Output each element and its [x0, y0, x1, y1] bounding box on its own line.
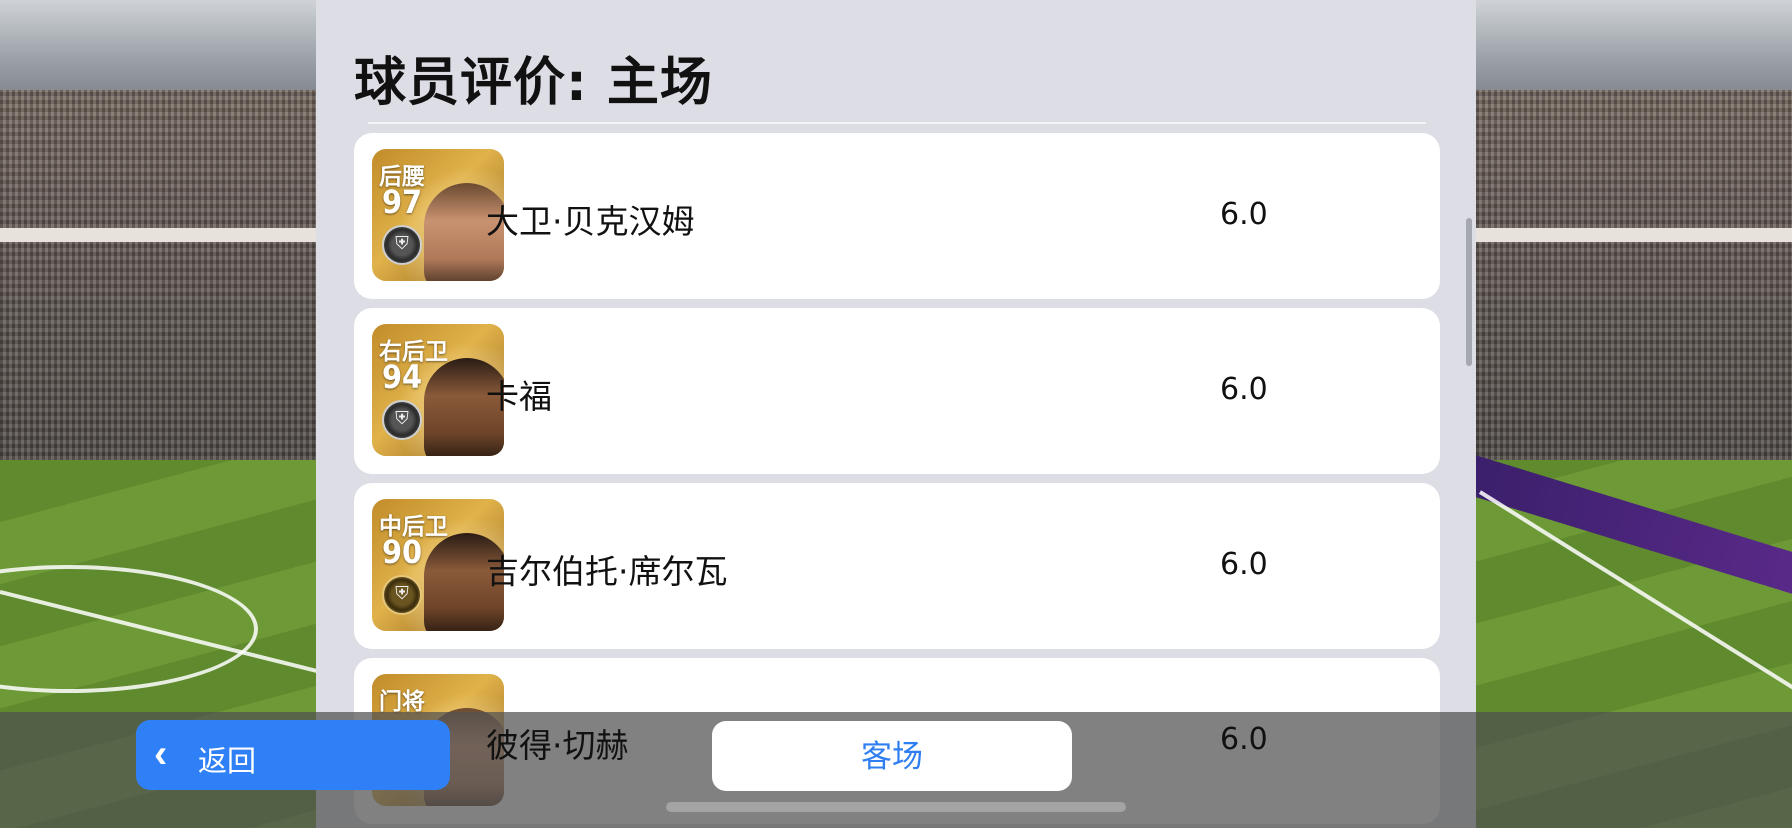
- player-position: 门将: [379, 689, 425, 715]
- card-badge-icon: [382, 400, 422, 440]
- player-rating: 6.0: [1220, 197, 1268, 232]
- scrollbar[interactable]: [1466, 218, 1472, 366]
- home-indicator: [666, 802, 1126, 812]
- player-overall: 94: [382, 358, 423, 396]
- player-name: 大卫·贝克汉姆: [486, 202, 695, 241]
- card-badge-icon: [382, 575, 422, 615]
- card-badge-icon: [382, 225, 422, 265]
- player-name: 吉尔伯托·席尔瓦: [486, 552, 728, 591]
- back-button-label: 返回: [198, 746, 257, 778]
- player-card: 中后卫 90: [372, 499, 504, 631]
- player-card: 后腰 97: [372, 149, 504, 281]
- player-card: 右后卫 94: [372, 324, 504, 456]
- player-name: 卡福: [486, 377, 552, 416]
- player-rating: 6.0: [1220, 547, 1268, 582]
- player-overall: 97: [382, 183, 423, 221]
- away-button[interactable]: 客场: [712, 721, 1072, 791]
- title-divider: [368, 122, 1426, 124]
- page-title: 球员评价: 主场: [354, 53, 713, 113]
- back-button[interactable]: ‹ 返回: [136, 720, 450, 790]
- player-rating: 6.0: [1220, 722, 1268, 757]
- player-rating: 6.0: [1220, 372, 1268, 407]
- chevron-left-icon: ‹: [154, 732, 168, 776]
- player-name: 彼得·切赫: [486, 726, 629, 765]
- player-overall: 90: [382, 533, 423, 571]
